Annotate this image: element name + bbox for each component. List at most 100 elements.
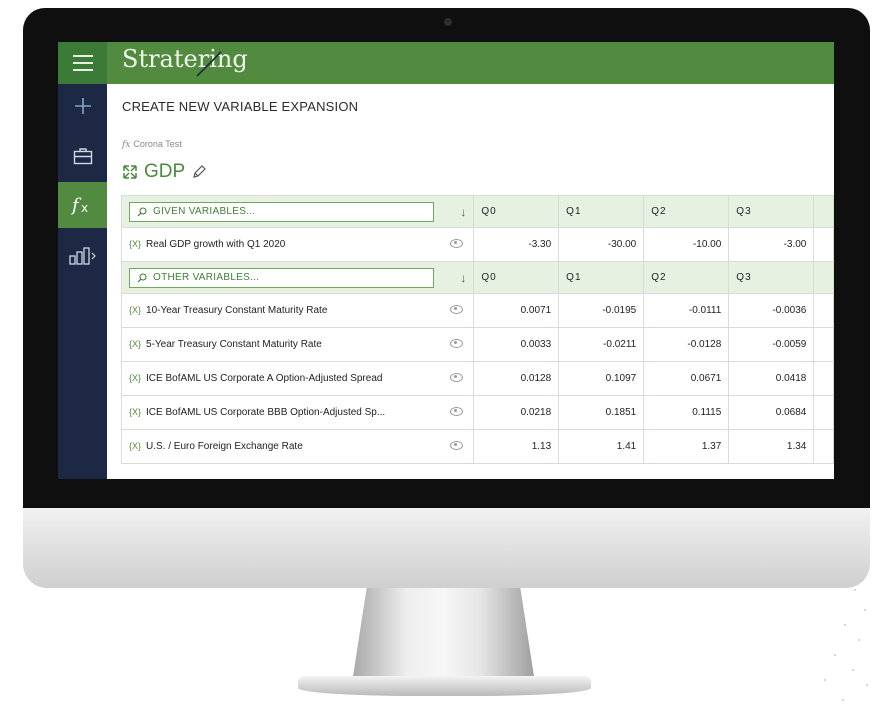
- eye-icon[interactable]: [450, 441, 464, 450]
- top-bar: Stratering: [58, 42, 834, 84]
- value-cell[interactable]: 1.34: [728, 429, 815, 464]
- given-search-cell: GIVEN VARIABLES... ↓: [120, 195, 475, 228]
- sort-down-icon[interactable]: ↓: [460, 205, 466, 219]
- column-header-q3[interactable]: Q3: [728, 261, 815, 294]
- given-header-row: GIVEN VARIABLES... ↓ Q0 Q1 Q2 Q3: [120, 195, 834, 228]
- value-cell[interactable]: 0.1097: [558, 361, 645, 396]
- app-screen: Stratering fx CREATE NEW VARIABLE EXPANS…: [58, 42, 834, 479]
- monitor-stand: [352, 588, 535, 683]
- value-cell[interactable]: -3.30: [473, 227, 560, 262]
- header-overflow-cell: [813, 195, 834, 228]
- variable-name-cell: {X} ICE BofAML US Corporate A Option-Adju…: [120, 361, 475, 396]
- pencil-icon[interactable]: [191, 164, 207, 180]
- column-header-q3[interactable]: Q3: [728, 195, 815, 228]
- function-icon[interactable]: fx: [58, 182, 107, 228]
- main-content: CREATE NEW VARIABLE EXPANSION fx Corona T…: [107, 84, 834, 479]
- variable-x-icon: {X}: [129, 373, 142, 383]
- column-header-q0[interactable]: Q0: [473, 195, 560, 228]
- variable-name-cell: {X} 5-Year Treasury Constant Maturity Rat…: [120, 327, 475, 362]
- value-cell[interactable]: -0.0059: [728, 327, 815, 362]
- variable-x-icon: {X}: [129, 339, 142, 349]
- breadcrumb[interactable]: fx Corona Test: [122, 139, 182, 150]
- value-cell[interactable]: 0.1115: [643, 395, 730, 430]
- variable-label: Real GDP growth with Q1 2020: [146, 239, 286, 250]
- variable-title: GDP: [122, 161, 207, 183]
- value-cell[interactable]: -30.00: [558, 227, 645, 262]
- function-small-icon: fx: [122, 140, 131, 150]
- eye-icon[interactable]: [450, 373, 464, 382]
- overflow-cell: [813, 395, 834, 430]
- variable-x-icon: {X}: [129, 441, 142, 451]
- value-cell[interactable]: 1.41: [558, 429, 645, 464]
- given-search-label: GIVEN VARIABLES...: [153, 206, 256, 217]
- value-cell[interactable]: 0.0071: [473, 293, 560, 328]
- variable-label: ICE BofAML US Corporate A Option-Adjuste…: [146, 373, 383, 384]
- overflow-cell: [813, 327, 834, 362]
- briefcase-icon[interactable]: [58, 134, 107, 178]
- value-cell[interactable]: 0.0218: [473, 395, 560, 430]
- value-cell[interactable]: -0.0128: [643, 327, 730, 362]
- logo-slash-icon: [196, 51, 222, 77]
- sort-down-icon[interactable]: ↓: [460, 271, 466, 285]
- value-cell[interactable]: 0.0671: [643, 361, 730, 396]
- value-cell[interactable]: 0.0418: [728, 361, 815, 396]
- overflow-cell: [813, 429, 834, 464]
- value-cell[interactable]: 0.1851: [558, 395, 645, 430]
- value-cell[interactable]: -3.00: [728, 227, 815, 262]
- expand-icon[interactable]: [122, 164, 138, 180]
- breadcrumb-label: Corona Test: [133, 139, 182, 149]
- sidebar: fx: [58, 84, 107, 479]
- eye-icon[interactable]: [450, 339, 464, 348]
- monitor-chin: [23, 508, 870, 588]
- value-cell[interactable]: 0.0128: [473, 361, 560, 396]
- overflow-cell: [813, 227, 834, 262]
- value-cell[interactable]: -0.0036: [728, 293, 815, 328]
- other-variables-search[interactable]: OTHER VARIABLES...: [129, 267, 434, 288]
- value-cell[interactable]: 0.0684: [728, 395, 815, 430]
- variable-label: ICE BofAML US Corporate BBB Option-Adjus…: [146, 407, 386, 418]
- variable-label: 10-Year Treasury Constant Maturity Rate: [146, 305, 328, 316]
- monitor-base: [298, 676, 591, 696]
- table-row[interactable]: {X} 5-Year Treasury Constant Maturity Rat…: [120, 327, 834, 362]
- variable-name: GDP: [144, 161, 186, 182]
- value-cell[interactable]: -10.00: [643, 227, 730, 262]
- value-cell[interactable]: 0.0033: [473, 327, 560, 362]
- column-header-q0[interactable]: Q0: [473, 261, 560, 294]
- table-row[interactable]: {X} Real GDP growth with Q1 2020 -3.30 -3…: [120, 227, 834, 262]
- variable-x-icon: {X}: [129, 305, 142, 315]
- value-cell[interactable]: -0.0195: [558, 293, 645, 328]
- eye-icon[interactable]: [450, 407, 464, 416]
- variable-name-cell: {X} Real GDP growth with Q1 2020: [120, 227, 475, 262]
- other-search-label: OTHER VARIABLES...: [153, 272, 260, 283]
- variable-label: 5-Year Treasury Constant Maturity Rate: [146, 339, 322, 350]
- column-header-q2[interactable]: Q2: [643, 195, 730, 228]
- table-row[interactable]: {X} 10-Year Treasury Constant Maturity Ra…: [120, 293, 834, 328]
- table-row[interactable]: {X} U.S. / Euro Foreign Exchange Rate 1.1…: [120, 429, 834, 464]
- variable-name-cell: {X} ICE BofAML US Corporate BBB Option-Ad…: [120, 395, 475, 430]
- column-header-q2[interactable]: Q2: [643, 261, 730, 294]
- header-overflow-cell: [813, 261, 834, 294]
- variable-name-cell: {X} U.S. / Euro Foreign Exchange Rate: [120, 429, 475, 464]
- overflow-cell: [813, 361, 834, 396]
- value-cell[interactable]: -0.0211: [558, 327, 645, 362]
- value-cell[interactable]: -0.0111: [643, 293, 730, 328]
- plus-icon[interactable]: [58, 84, 107, 128]
- column-header-q1[interactable]: Q1: [558, 261, 645, 294]
- variable-name-cell: {X} 10-Year Treasury Constant Maturity Ra…: [120, 293, 475, 328]
- column-header-q1[interactable]: Q1: [558, 195, 645, 228]
- eye-icon[interactable]: [450, 305, 464, 314]
- table-row[interactable]: {X} ICE BofAML US Corporate A Option-Adju…: [120, 361, 834, 396]
- hamburger-icon[interactable]: [58, 42, 107, 84]
- monitor-camera: [444, 18, 452, 26]
- bar-chart-icon[interactable]: [58, 234, 107, 278]
- variables-table: GIVEN VARIABLES... ↓ Q0 Q1 Q2 Q3 {X} Real…: [120, 195, 834, 464]
- value-cell[interactable]: 1.37: [643, 429, 730, 464]
- value-cell[interactable]: 1.13: [473, 429, 560, 464]
- search-icon: [137, 206, 147, 216]
- variable-label: U.S. / Euro Foreign Exchange Rate: [146, 441, 303, 452]
- svg-text:x: x: [81, 201, 88, 215]
- eye-icon[interactable]: [450, 239, 464, 248]
- table-row[interactable]: {X} ICE BofAML US Corporate BBB Option-Ad…: [120, 395, 834, 430]
- given-variables-search[interactable]: GIVEN VARIABLES...: [129, 201, 434, 222]
- other-search-cell: OTHER VARIABLES... ↓: [120, 261, 475, 294]
